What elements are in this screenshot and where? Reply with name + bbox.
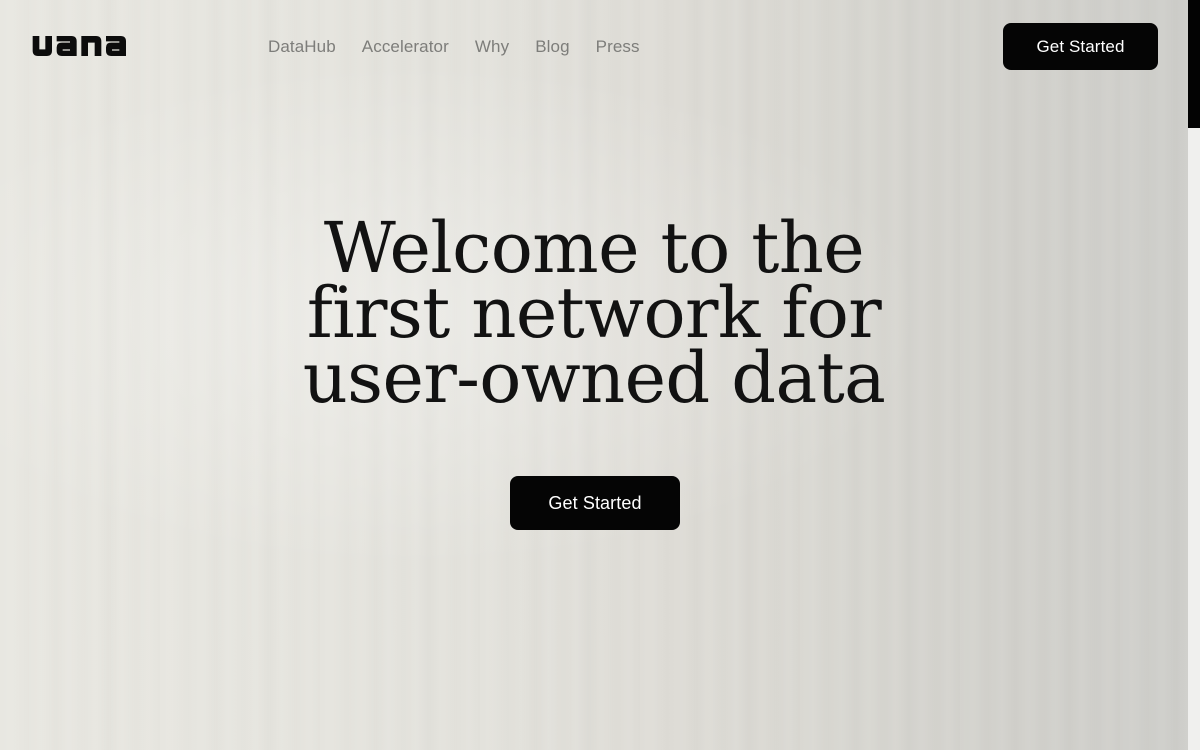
nav-link-datahub[interactable]: DataHub [268,34,349,60]
scrollbar-thumb[interactable] [1188,0,1200,128]
site-header: DataHub Accelerator Why Blog Press Get S… [0,0,1188,94]
main-nav: DataHub Accelerator Why Blog Press [268,34,653,60]
nav-link-press[interactable]: Press [583,34,653,60]
nav-link-accelerator[interactable]: Accelerator [349,34,462,60]
header-get-started-button[interactable]: Get Started [1003,23,1158,70]
hero-section: Welcome to the first network for user-ow… [0,0,1188,750]
page-root: DataHub Accelerator Why Blog Press Get S… [0,0,1200,750]
vana-logo[interactable] [32,30,136,62]
nav-link-why[interactable]: Why [462,34,522,60]
hero-get-started-button[interactable]: Get Started [510,476,680,530]
page-title-line-3: user-owned data [302,337,886,419]
nav-link-blog[interactable]: Blog [522,34,582,60]
page-title: Welcome to the first network for user-ow… [0,213,1188,419]
